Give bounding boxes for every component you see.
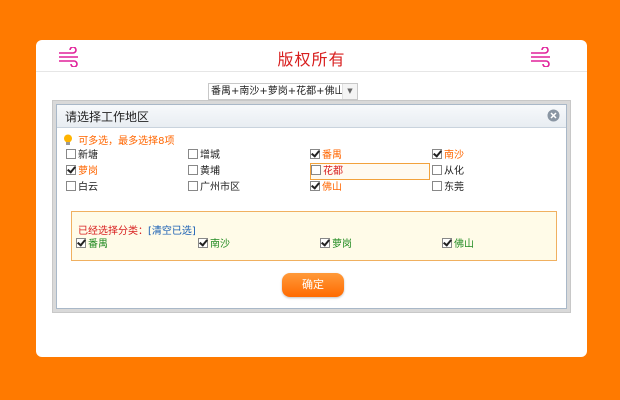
checkbox[interactable] (66, 149, 76, 159)
chosen-item[interactable]: 佛山 (442, 237, 474, 252)
checkbox[interactable] (188, 181, 198, 191)
lightbulb-icon (64, 134, 72, 145)
checkbox[interactable] (198, 238, 208, 248)
chosen-item-label: 萝岗 (332, 239, 352, 250)
region-label: 番禺 (322, 150, 342, 161)
region-option[interactable]: 花都 (310, 163, 430, 180)
checkbox[interactable] (188, 165, 198, 175)
close-icon[interactable] (547, 109, 560, 122)
region-label: 南沙 (444, 150, 464, 161)
chosen-heading: 已经选择分类：[清空已选] (78, 222, 196, 237)
region-select[interactable]: 番禺+南沙+萝岗+花都+佛山 ▼ (208, 83, 358, 100)
checkbox[interactable] (310, 181, 320, 191)
chosen-item[interactable]: 南沙 (198, 237, 230, 252)
wind-icon (531, 47, 550, 67)
region-option[interactable]: 东莞 (432, 180, 552, 195)
region-option[interactable]: 增城 (188, 148, 308, 163)
region-option[interactable]: 从化 (432, 164, 552, 179)
checkbox[interactable] (432, 165, 442, 175)
dialog-header: 请选择工作地区 (57, 105, 566, 128)
region-label: 广州市区 (200, 182, 240, 193)
dialog-title: 请选择工作地区 (65, 110, 150, 124)
region-label: 从化 (444, 166, 464, 177)
chosen-items: 番禺 南沙 萝岗 佛山 (76, 237, 556, 252)
region-label: 白云 (78, 182, 98, 193)
region-dialog: 请选择工作地区 可多选，最多选择8项 新塘 增城 番禺 南沙 萝岗 黄埔 花都 … (56, 104, 567, 309)
checkbox[interactable] (442, 238, 452, 248)
selection-hint: 可多选，最多选择8项 (63, 132, 175, 147)
checkbox[interactable] (432, 149, 442, 159)
page-title: 版权所有 (277, 50, 346, 69)
checkbox[interactable] (320, 238, 330, 248)
chosen-panel: 已经选择分类：[清空已选] 番禺 南沙 萝岗 佛山 (71, 211, 557, 261)
clear-selection-link[interactable]: [清空已选] (148, 226, 196, 237)
chosen-item-label: 番禺 (88, 239, 108, 250)
region-label: 萝岗 (78, 166, 98, 177)
confirm-button[interactable]: 确定 (282, 273, 344, 297)
header-divider (36, 71, 587, 72)
region-options: 新塘 增城 番禺 南沙 萝岗 黄埔 花都 从化 白云 广州市区 佛山 东莞 (66, 148, 546, 198)
checkbox[interactable] (311, 165, 321, 175)
region-label: 花都 (323, 166, 343, 177)
checkbox[interactable] (66, 165, 76, 175)
checkbox[interactable] (66, 181, 76, 191)
region-option[interactable]: 番禺 (310, 148, 430, 163)
chosen-item-label: 南沙 (210, 239, 230, 250)
region-label: 东莞 (444, 182, 464, 193)
chosen-item-label: 佛山 (454, 239, 474, 250)
region-select-value: 番禺+南沙+萝岗+花都+佛山 (211, 86, 345, 97)
hint-text: 可多选，最多选择8项 (78, 136, 175, 147)
region-label: 增城 (200, 150, 220, 161)
region-dialog-frame: 请选择工作地区 可多选，最多选择8项 新塘 增城 番禺 南沙 萝岗 黄埔 花都 … (52, 100, 571, 313)
region-option[interactable]: 佛山 (310, 180, 430, 195)
region-label: 黄埔 (200, 166, 220, 177)
chosen-label: 已经选择分类： (78, 226, 148, 237)
checkbox[interactable] (310, 149, 320, 159)
checkbox[interactable] (432, 181, 442, 191)
region-option[interactable]: 萝岗 (66, 164, 186, 179)
region-option[interactable]: 黄埔 (188, 164, 308, 179)
checkbox[interactable] (76, 238, 86, 248)
chevron-down-icon[interactable]: ▼ (342, 84, 357, 99)
region-option[interactable]: 广州市区 (188, 180, 308, 195)
region-option[interactable]: 白云 (66, 180, 186, 195)
region-option[interactable]: 新塘 (66, 148, 186, 163)
checkbox[interactable] (188, 149, 198, 159)
chosen-item[interactable]: 萝岗 (320, 237, 352, 252)
region-option[interactable]: 南沙 (432, 148, 552, 163)
region-label: 新塘 (78, 150, 98, 161)
chosen-item[interactable]: 番禺 (76, 237, 108, 252)
region-label: 佛山 (322, 182, 342, 193)
main-card: 版权所有 番禺+南沙+萝岗+花都+佛山 ▼ 请选择工作地区 可多选，最多选择8项… (36, 40, 587, 357)
